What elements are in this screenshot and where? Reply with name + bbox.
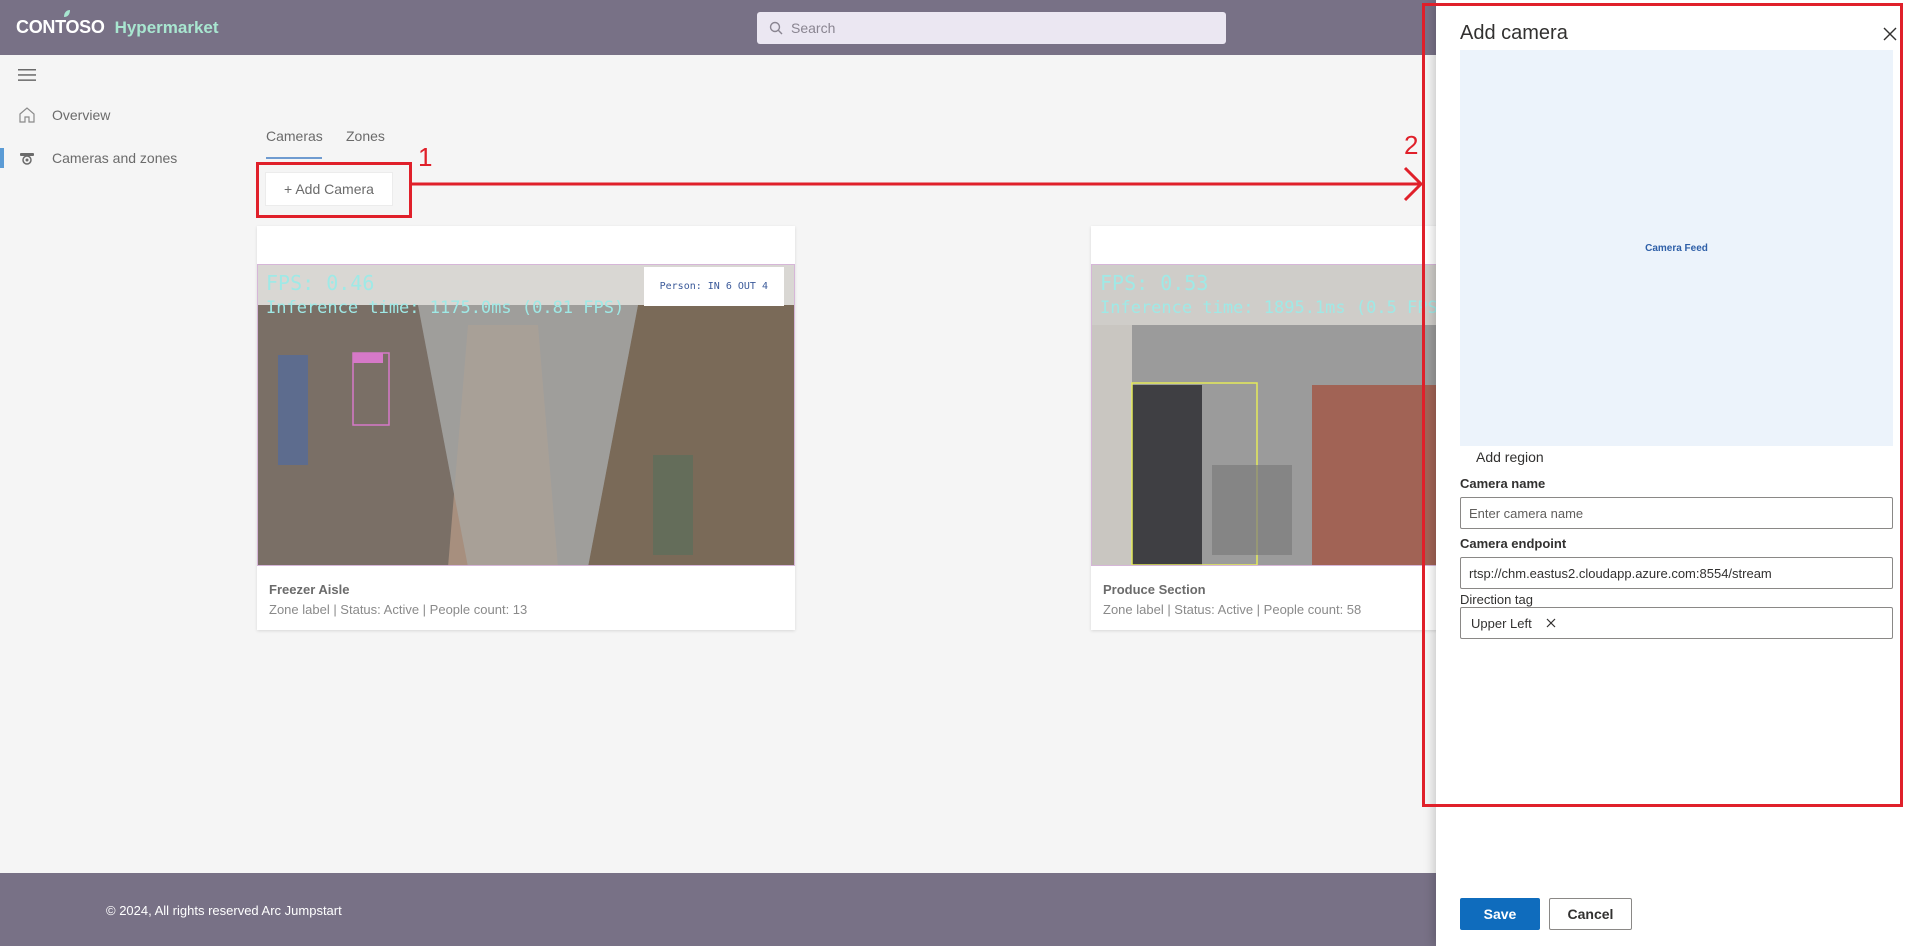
annotation-arrow: [412, 166, 1424, 202]
